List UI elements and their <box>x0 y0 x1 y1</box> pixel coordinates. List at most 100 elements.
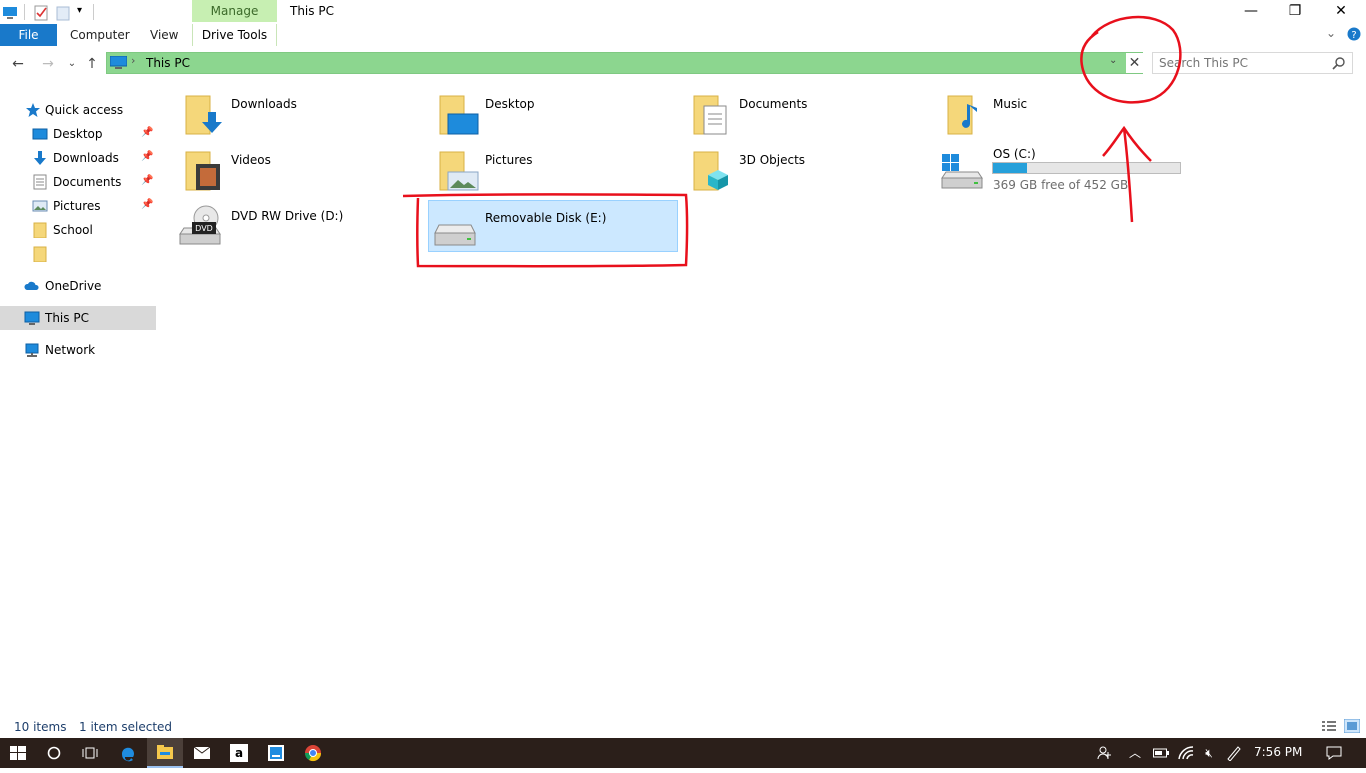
sidebar-item-onedrive[interactable]: OneDrive <box>0 274 156 298</box>
back-button[interactable]: ← <box>8 54 28 74</box>
address-bar[interactable]: › This PC ⌄ ✕ <box>106 52 1143 74</box>
recent-locations-button[interactable]: ⌄ <box>62 54 82 74</box>
3d-objects-folder-icon <box>693 151 728 191</box>
this-pc-icon <box>110 56 127 69</box>
tab-computer[interactable]: Computer <box>70 24 130 46</box>
item-label: Desktop <box>485 97 535 111</box>
amazon-taskbar-button[interactable]: a <box>221 738 257 768</box>
download-arrow-icon <box>34 151 46 165</box>
taskbar-clock[interactable]: 7:56 PM <box>1254 745 1302 759</box>
sidebar-item-school[interactable]: School <box>0 218 156 242</box>
task-view-icon <box>82 747 98 759</box>
pen-workspace-icon[interactable] <box>1222 738 1246 768</box>
tab-view[interactable]: View <box>150 24 178 46</box>
tab-file[interactable]: File <box>0 24 57 46</box>
show-hidden-icons-button[interactable]: ︿ <box>1122 738 1148 768</box>
file-explorer-taskbar-button[interactable] <box>147 738 183 768</box>
pin-icon[interactable]: 📌 <box>141 199 153 210</box>
pin-icon[interactable]: 📌 <box>141 151 153 162</box>
battery-icon[interactable] <box>1148 738 1174 768</box>
help-icon[interactable]: ? <box>1347 27 1361 41</box>
star-icon <box>26 103 40 117</box>
forward-button[interactable]: → <box>38 54 58 74</box>
storage-usage-bar <box>992 162 1181 174</box>
ribbon-tabs: File Computer View Drive Tools ⌄ ? <box>0 24 1366 46</box>
item-count: 10 items <box>14 720 67 734</box>
item-videos[interactable]: Videos <box>172 142 424 196</box>
sidebar-item-desktop[interactable]: Desktop 📌 <box>0 122 156 146</box>
pictures-icon <box>32 200 48 212</box>
documents-folder-icon <box>693 95 727 135</box>
chrome-taskbar-button[interactable] <box>295 738 331 768</box>
item-3d-objects[interactable]: 3D Objects <box>680 142 932 196</box>
notifications-icon <box>1326 746 1342 760</box>
item-removable-disk[interactable]: Removable Disk (E:) <box>428 200 678 252</box>
item-pictures[interactable]: Pictures <box>426 142 678 196</box>
amazon-icon: a <box>230 744 248 762</box>
sidebar-item-downloads[interactable]: Downloads 📌 <box>0 146 156 170</box>
volume-muted-icon[interactable]: 🔇︎ <box>1198 738 1220 768</box>
close-button[interactable]: ✕ <box>1318 0 1364 22</box>
customize-qat-icon[interactable]: ▾ <box>77 5 82 16</box>
free-space-text: 369 GB free of 452 GB <box>993 178 1129 192</box>
new-folder-icon[interactable] <box>56 3 70 21</box>
item-label: DVD RW Drive (D:) <box>231 209 344 223</box>
expand-ribbon-icon[interactable]: ⌄ <box>1326 26 1336 40</box>
manage-tab[interactable]: Manage <box>192 0 277 22</box>
wifi-icon[interactable] <box>1174 738 1198 768</box>
people-button[interactable] <box>1090 738 1120 768</box>
removable-disk-icon <box>434 224 476 246</box>
item-music[interactable]: Music <box>934 86 1186 140</box>
cortana-button[interactable] <box>36 738 72 768</box>
action-center-button[interactable] <box>1318 738 1350 768</box>
network-icon <box>25 343 39 357</box>
breadcrumb-this-pc[interactable]: This PC <box>146 56 190 70</box>
sidebar-item-pictures[interactable]: Pictures 📌 <box>0 194 156 218</box>
item-downloads[interactable]: Downloads <box>172 86 424 140</box>
desktop-icon <box>32 128 48 140</box>
edge-icon <box>121 747 134 762</box>
search-input[interactable] <box>1159 55 1329 71</box>
details-view-icon[interactable] <box>1322 720 1336 732</box>
cloud-icon <box>24 281 39 290</box>
task-view-button[interactable] <box>72 738 108 768</box>
address-clear-button[interactable]: ✕ <box>1126 53 1143 73</box>
restore-button[interactable]: ❐ <box>1272 0 1318 22</box>
sidebar-item-label: Desktop <box>53 127 103 141</box>
sidebar-item-label: OneDrive <box>45 279 102 293</box>
sidebar-item-network[interactable]: Network <box>0 338 156 362</box>
pin-icon[interactable]: 📌 <box>141 127 153 138</box>
item-desktop[interactable]: Desktop <box>426 86 678 140</box>
address-dropdown-icon[interactable]: ⌄ <box>1109 55 1117 66</box>
edge-taskbar-button[interactable] <box>110 738 146 768</box>
large-icons-view-icon[interactable] <box>1344 719 1360 733</box>
store-icon <box>268 745 284 761</box>
music-folder-icon <box>947 95 977 135</box>
tab-drive-tools[interactable]: Drive Tools <box>192 24 277 46</box>
search-box[interactable] <box>1152 52 1353 74</box>
file-explorer-icon <box>157 745 173 759</box>
mail-taskbar-button[interactable] <box>184 738 220 768</box>
search-icon[interactable] <box>1332 56 1346 70</box>
items-view: Downloads Desktop Documents Music Videos <box>172 86 1366 706</box>
pin-icon[interactable]: 📌 <box>141 175 153 186</box>
sidebar-item-unnamed-folder[interactable] <box>0 242 156 266</box>
taskbar: a ︿ 🔇︎ 7:56 PM <box>0 738 1366 768</box>
breadcrumb-separator[interactable]: › <box>131 54 135 67</box>
store-taskbar-button[interactable] <box>258 738 294 768</box>
sidebar-item-this-pc[interactable]: This PC <box>0 306 156 330</box>
address-row: ← → ⌄ ↑ › This PC ⌄ ✕ <box>0 48 1366 80</box>
item-label: Removable Disk (E:) <box>485 211 607 225</box>
up-button[interactable]: ↑ <box>82 54 102 74</box>
minimize-button[interactable]: — <box>1228 0 1274 22</box>
item-documents[interactable]: Documents <box>680 86 932 140</box>
item-label: Documents <box>739 97 808 111</box>
sidebar-item-documents[interactable]: Documents 📌 <box>0 170 156 194</box>
start-button[interactable] <box>0 738 36 768</box>
sidebar-item-quick-access[interactable]: Quick access <box>0 98 156 122</box>
cortana-circle-icon <box>47 746 61 760</box>
item-os-c-drive[interactable]: OS (C:) 369 GB free of 452 GB <box>934 142 1194 196</box>
computer-icon <box>3 7 17 19</box>
properties-icon[interactable] <box>33 3 49 21</box>
item-dvd-drive[interactable]: DVD DVD RW Drive (D:) <box>172 198 424 252</box>
